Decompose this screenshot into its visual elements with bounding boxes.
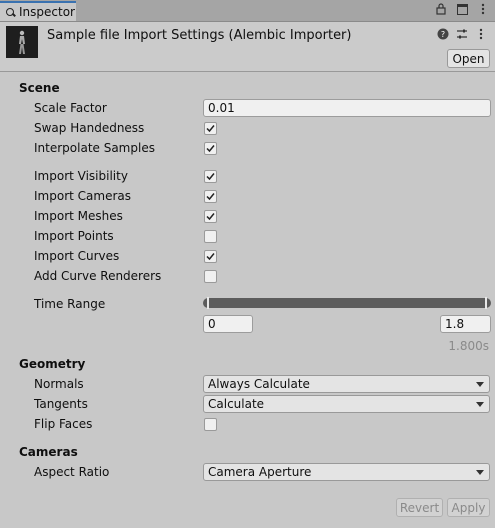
import-cameras-label: Import Cameras [34,189,131,203]
tangents-label: Tangents [34,397,88,411]
open-button[interactable]: Open [447,49,490,68]
time-range-end-handle[interactable] [485,297,487,309]
normals-value: Always Calculate [208,377,310,391]
tab-inspector[interactable]: Inspector [0,1,76,21]
lock-icon[interactable] [435,3,447,15]
import-visibility-label: Import Visibility [34,169,128,183]
section-cameras: Cameras [19,445,78,459]
asset-thumbnail [6,26,38,58]
interpolate-samples-label: Interpolate Samples [34,141,155,155]
checkmark-icon [206,145,215,153]
section-geometry: Geometry [19,357,86,371]
tangents-dropdown[interactable]: Calculate [203,395,490,413]
normals-label: Normals [34,377,84,391]
apply-button[interactable]: Apply [447,498,490,517]
flip-faces-label: Flip Faces [34,417,93,431]
import-cameras-checkbox[interactable] [204,190,217,203]
import-curves-label: Import Curves [34,249,120,263]
flip-faces-checkbox[interactable] [204,418,217,431]
aspect-ratio-dropdown[interactable]: Camera Aperture [203,463,490,481]
aspect-ratio-label: Aspect Ratio [34,465,110,479]
time-range-slider[interactable] [203,297,491,309]
page-title: Sample file Import Settings (Alembic Imp… [47,28,352,43]
add-curve-renderers-checkbox[interactable] [204,270,217,283]
settings-sliders-icon[interactable] [456,28,468,40]
checkmark-icon [206,253,215,261]
interpolate-samples-checkbox[interactable] [204,142,217,155]
import-visibility-checkbox[interactable] [204,170,217,183]
import-meshes-checkbox[interactable] [204,210,217,223]
time-range-start-field[interactable]: 0 [203,315,253,333]
inspector-header: Sample file Import Settings (Alembic Imp… [0,22,495,72]
help-icon[interactable]: ? [437,28,449,40]
checkmark-icon [206,173,215,181]
tangents-value: Calculate [208,397,265,411]
checkmark-icon [206,125,215,133]
chevron-down-icon [476,402,484,407]
scale-factor-label: Scale Factor [34,101,107,115]
tab-tools [435,3,489,15]
window-icon[interactable] [456,3,468,15]
chevron-down-icon [476,382,484,387]
revert-button[interactable]: Revert [396,498,443,517]
swap-handedness-checkbox[interactable] [204,122,217,135]
time-range-label: Time Range [34,297,106,311]
import-points-label: Import Points [34,229,114,243]
search-icon [5,7,15,17]
checkmark-icon [206,193,215,201]
chevron-down-icon [476,470,484,475]
tab-label: Inspector [19,5,75,19]
svg-text:?: ? [441,30,445,39]
import-points-checkbox[interactable] [204,230,217,243]
swap-handedness-label: Swap Handedness [34,121,145,135]
checkmark-icon [206,213,215,221]
time-range-duration: 1.800s [448,339,489,353]
aspect-ratio-value: Camera Aperture [208,465,312,479]
import-meshes-label: Import Meshes [34,209,123,223]
time-range-end-field[interactable]: 1.8 [440,315,491,333]
add-curve-renderers-label: Add Curve Renderers [34,269,162,283]
header-icons: ? [437,28,487,40]
section-scene: Scene [19,81,60,95]
more-vertical-icon[interactable] [475,28,487,40]
scale-factor-field[interactable]: 0.01 [203,99,491,117]
normals-dropdown[interactable]: Always Calculate [203,375,490,393]
import-curves-checkbox[interactable] [204,250,217,263]
time-range-start-handle[interactable] [207,297,209,309]
tab-bar: Inspector [0,0,495,22]
more-icon[interactable] [477,3,489,15]
